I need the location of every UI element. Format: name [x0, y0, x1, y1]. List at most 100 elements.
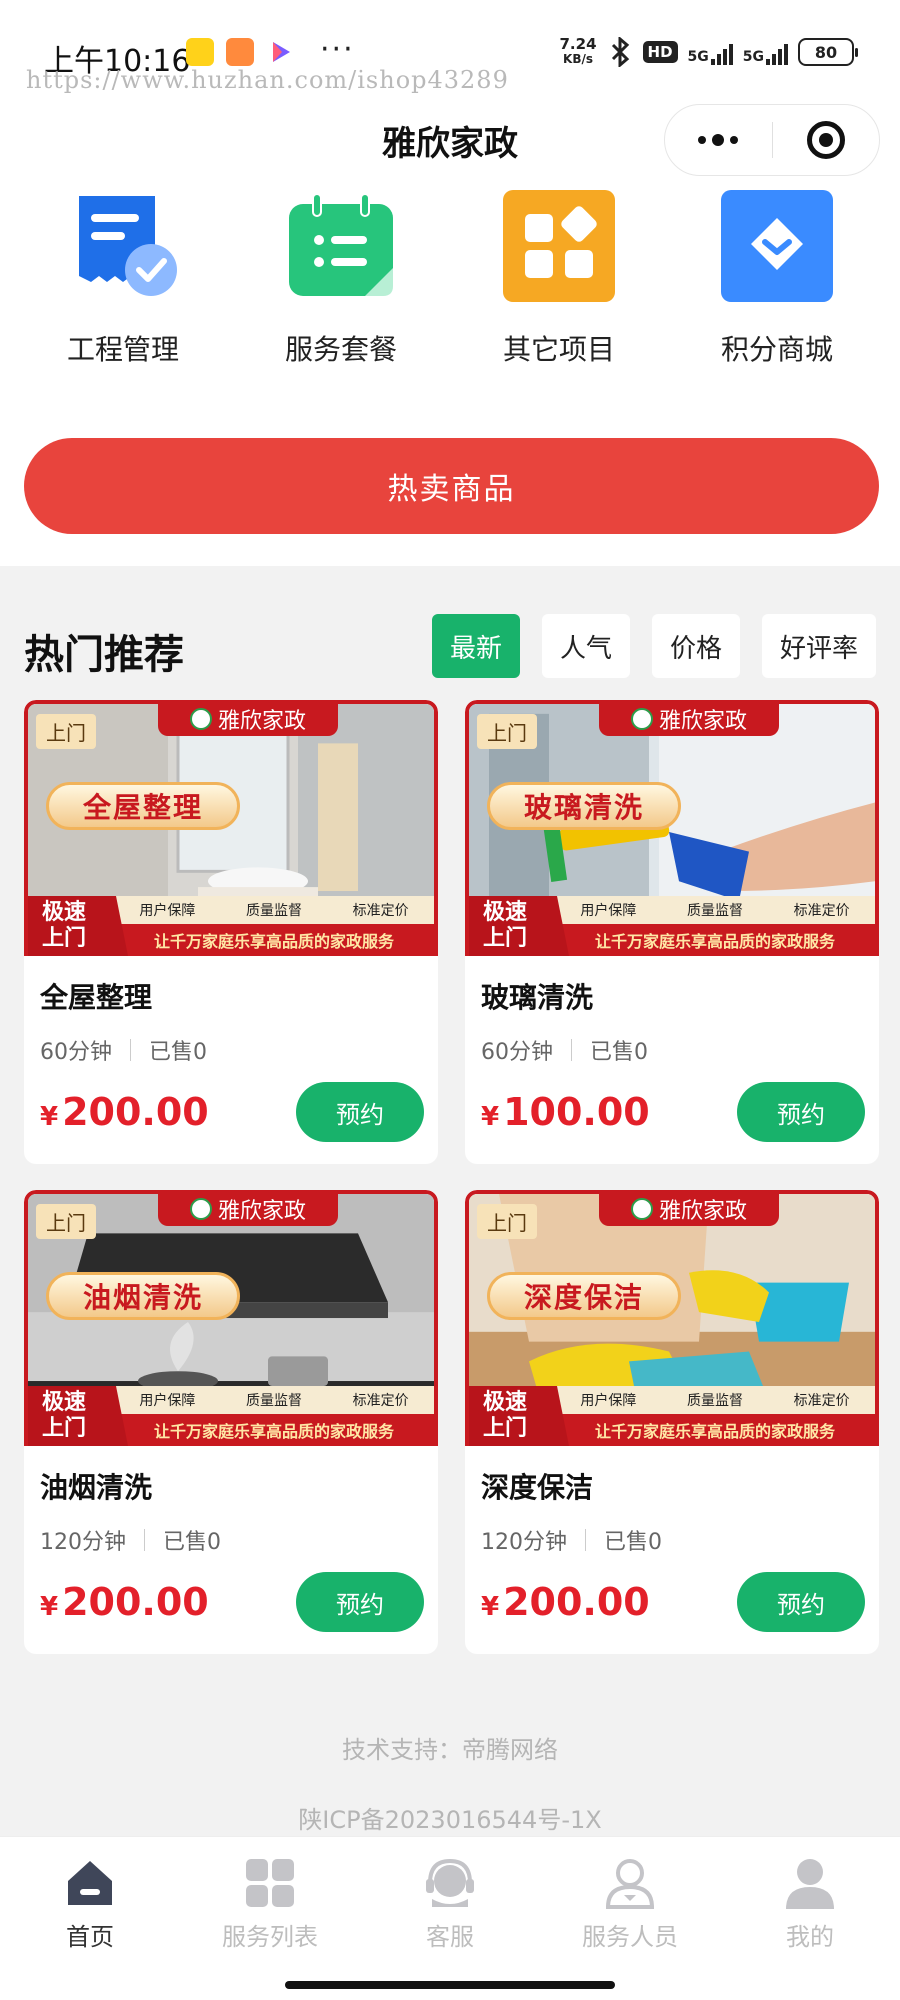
quick-item-service-package[interactable]: 服务套餐 [241, 190, 441, 368]
speed-badge: 极速 上门 [28, 1386, 128, 1446]
tab-list: 首页 服务列表 客服 服务人员 我的 [0, 1837, 900, 1952]
document-check-icon [67, 190, 179, 302]
nav-bar: 雅欣家政 [0, 104, 900, 176]
quick-menu: 工程管理 服务套餐 其它项目 积分商城 [0, 190, 900, 368]
onsite-tag: 上门 [477, 714, 537, 749]
quick-item-label: 服务套餐 [284, 333, 397, 366]
onsite-tag: 上门 [36, 1204, 96, 1239]
product-duration: 120分钟 [481, 1530, 567, 1555]
slogan: 让千万家庭乐享高品质的家政服务 [114, 924, 434, 956]
hot-products-button[interactable]: 热卖商品 [24, 438, 879, 534]
product-banner: 雅欣家政 上门 全屋整理 用户保障 质量监督 标准定价 让千万家庭乐享高品质的家… [24, 700, 438, 956]
play-notification-icon [266, 38, 294, 66]
icp-record-link[interactable]: 陕ICP备2023016544号-1X [0, 1800, 900, 1835]
price-value: 200.00 [62, 1090, 209, 1134]
grid-icon [244, 1857, 296, 1909]
book-button[interactable]: 预约 [737, 1572, 865, 1632]
product-meta: 60分钟 已售0 [481, 1034, 863, 1066]
quick-item-label: 其它项目 [502, 333, 615, 366]
sort-popularity[interactable]: 人气 [541, 614, 630, 678]
card-footer: ¥200.00 预约 [481, 1572, 865, 1632]
speed-badge: 极速 上门 [469, 896, 569, 956]
net-speed: 7.24 KB/s [560, 37, 597, 67]
product-title: 玻璃清洗 [481, 981, 594, 1014]
product-card[interactable]: 雅欣家政 上门 玻璃清洗 用户保障 质量监督 标准定价 让千万家庭乐享高品质的家… [465, 700, 879, 1164]
feature-row: 用户保障 质量监督 标准定价 [555, 896, 875, 924]
currency-symbol: ¥ [40, 1102, 59, 1132]
tab-mine[interactable]: 我的 [720, 1857, 900, 1952]
product-card[interactable]: 雅欣家政 上门 全屋整理 用户保障 质量监督 标准定价 让千万家庭乐享高品质的家… [24, 700, 438, 1164]
quick-item-points-mall[interactable]: 积分商城 [677, 190, 877, 368]
price-value: 200.00 [62, 1580, 209, 1624]
brand-ribbon: 雅欣家政 [158, 1194, 338, 1226]
product-sold: 已售0 [604, 1530, 662, 1555]
tab-home[interactable]: 首页 [0, 1857, 180, 1952]
book-button[interactable]: 预约 [296, 1572, 424, 1632]
product-card[interactable]: 雅欣家政 上门 深度保洁 用户保障 质量监督 标准定价 让千万家庭乐享高品质的家… [465, 1190, 879, 1654]
brand-ribbon-text: 雅欣家政 [658, 1199, 747, 1224]
currency-symbol: ¥ [481, 1102, 500, 1132]
tab-service-list[interactable]: 服务列表 [180, 1857, 360, 1952]
speed-line: 上门 [42, 926, 87, 951]
sort-newest[interactable]: 最新 [431, 614, 520, 678]
feature-text: 用户保障 [139, 903, 196, 919]
tab-customer-service[interactable]: 客服 [360, 1857, 540, 1952]
feature-text: 用户保障 [139, 1393, 196, 1409]
diamond-icon [721, 190, 833, 302]
sort-rating[interactable]: 好评率 [761, 614, 876, 678]
brand-logo-icon [189, 708, 212, 730]
speed-badge: 极速 上门 [469, 1386, 569, 1446]
speed-line: 极速 [483, 1390, 528, 1415]
status-right: 7.24 KB/s HD 5G 5G 80 [560, 34, 858, 70]
sort-tabs: 最新 人气 价格 好评率 [431, 614, 876, 678]
feature-text: 标准定价 [352, 1393, 409, 1409]
product-card[interactable]: 雅欣家政 上门 油烟清洗 用户保障 质量监督 标准定价 让千万家庭乐享高品质的家… [24, 1190, 438, 1654]
user-icon [784, 1857, 836, 1909]
product-duration: 60分钟 [40, 1040, 112, 1065]
more-button[interactable] [665, 105, 772, 175]
banner-service-name: 深度保洁 [487, 1272, 682, 1320]
app-notification-icon [186, 38, 214, 66]
feature-text: 标准定价 [352, 903, 409, 919]
brand-ribbon: 雅欣家政 [599, 1194, 779, 1226]
product-grid: 雅欣家政 上门 全屋整理 用户保障 质量监督 标准定价 让千万家庭乐享高品质的家… [24, 700, 879, 1654]
home-icon [64, 1857, 116, 1909]
speed-line: 极速 [42, 1390, 87, 1415]
net-speed-unit: KB/s [563, 52, 593, 66]
slogan: 让千万家庭乐享高品质的家政服务 [555, 924, 875, 956]
quick-item-project-management[interactable]: 工程管理 [23, 190, 223, 368]
shop-notification-icon [226, 38, 254, 66]
status-bar: 上午10:16 ··· https://www.huzhan.com/ishop… [0, 0, 900, 100]
signal-2: 5G [743, 39, 788, 65]
card-body: 玻璃清洗 60分钟 已售0 [465, 956, 879, 1066]
feature-text: 质量监督 [686, 903, 743, 919]
feature-text: 质量监督 [245, 903, 302, 919]
banner-strip: 用户保障 质量监督 标准定价 让千万家庭乐享高品质的家政服务 极速 上门 [469, 1386, 875, 1446]
tab-service-staff[interactable]: 服务人员 [540, 1857, 720, 1952]
book-button[interactable]: 预约 [737, 1082, 865, 1142]
recommend-section: 热门推荐 最新 人气 价格 好评率 雅欣家政 上门 全屋整理 用户保障 质量监督… [0, 566, 900, 1836]
tab-label: 客服 [426, 1923, 474, 1951]
home-indicator[interactable] [285, 1981, 615, 1989]
product-banner: 雅欣家政 上门 玻璃清洗 用户保障 质量监督 标准定价 让千万家庭乐享高品质的家… [465, 700, 879, 956]
product-meta: 120分钟 已售0 [40, 1524, 422, 1556]
quick-item-other-projects[interactable]: 其它项目 [459, 190, 659, 368]
onsite-tag: 上门 [36, 714, 96, 749]
feature-row: 用户保障 质量监督 标准定价 [555, 1386, 875, 1414]
feature-text: 标准定价 [793, 903, 850, 919]
bottom-tab-bar: 首页 服务列表 客服 服务人员 我的 [0, 1836, 900, 2000]
close-miniprogram-button[interactable] [773, 105, 880, 175]
banner-strip: 用户保障 质量监督 标准定价 让千万家庭乐享高品质的家政服务 极速 上门 [28, 1386, 434, 1446]
brand-ribbon: 雅欣家政 [158, 704, 338, 736]
bluetooth-icon [611, 37, 629, 67]
product-sold: 已售0 [149, 1040, 207, 1065]
brand-ribbon-text: 雅欣家政 [217, 1199, 306, 1224]
meta-divider [144, 1529, 145, 1551]
signal-bars-icon [766, 44, 788, 65]
brand-ribbon-text: 雅欣家政 [658, 709, 747, 734]
sort-price[interactable]: 价格 [651, 614, 740, 678]
card-footer: ¥100.00 预约 [481, 1082, 865, 1142]
staff-icon [604, 1857, 656, 1909]
book-button[interactable]: 预约 [296, 1082, 424, 1142]
banner-strip: 用户保障 质量监督 标准定价 让千万家庭乐享高品质的家政服务 极速 上门 [28, 896, 434, 956]
